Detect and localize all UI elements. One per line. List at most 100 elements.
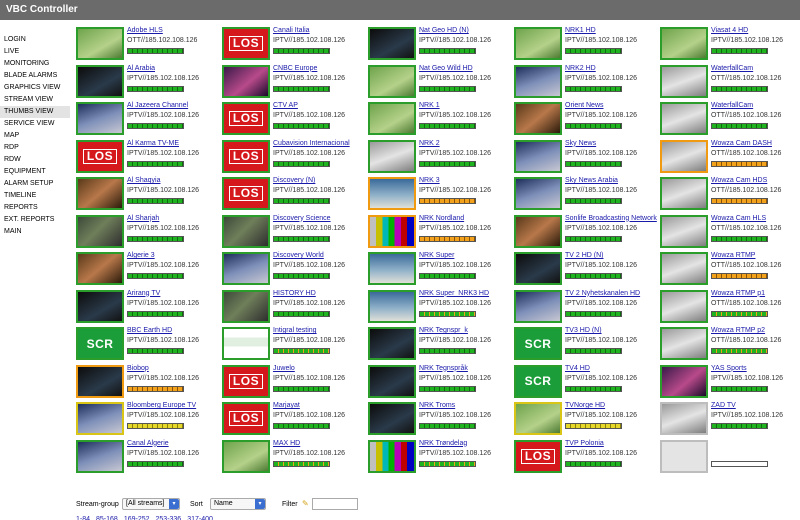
stream-name-link[interactable]: BBC Earth HD bbox=[127, 327, 172, 334]
stream-tile[interactable]: CNBC Europe IPTV//185.102.108.126 bbox=[222, 62, 367, 100]
sidebar-item-thumbs-view[interactable]: THUMBS VIEW bbox=[0, 106, 70, 118]
stream-thumbnail[interactable]: LOS bbox=[222, 139, 270, 173]
stream-tile[interactable]: Discovery World IPTV//185.102.108.126 bbox=[222, 249, 367, 287]
stream-tile[interactable]: NRK 1 IPTV//185.102.108.126 bbox=[368, 99, 513, 137]
stream-name-link[interactable]: Sonlife Broadcasting Network bbox=[565, 215, 657, 222]
stream-name-link[interactable]: Wowza RTMP p1 bbox=[711, 290, 765, 297]
stream-thumbnail[interactable] bbox=[76, 289, 124, 323]
stream-name-link[interactable]: Al Karma TV-ME bbox=[127, 140, 179, 147]
stream-tile[interactable]: SCR BBC Earth HD IPTV//185.102.108.126 bbox=[76, 324, 221, 362]
stream-thumbnail[interactable] bbox=[368, 64, 416, 98]
stream-name-link[interactable]: Wowza RTMP bbox=[711, 252, 755, 259]
sidebar-item-blade-alarms[interactable]: BLADE ALARMS bbox=[0, 70, 70, 82]
stream-name-link[interactable]: HISTORY HD bbox=[273, 290, 316, 297]
stream-tile[interactable]: LOS Juwelo IPTV//185.102.108.126 bbox=[222, 362, 367, 400]
stream-tile[interactable]: Biobop IPTV//185.102.108.126 bbox=[76, 362, 221, 400]
sidebar-item-alarm-setup[interactable]: ALARM SETUP bbox=[0, 178, 70, 190]
stream-tile[interactable]: YAS Sports IPTV//185.102.108.126 bbox=[660, 362, 800, 400]
stream-thumbnail[interactable] bbox=[76, 402, 124, 435]
stream-thumbnail[interactable] bbox=[660, 139, 708, 173]
stream-tile[interactable]: SCR TV3 HD (N) IPTV//185.102.108.126 bbox=[514, 324, 659, 362]
stream-thumbnail[interactable] bbox=[368, 364, 416, 398]
page-link[interactable]: 317-400 bbox=[187, 516, 213, 520]
stream-tile[interactable]: TV 2 HD (N) IPTV//185.102.108.126 bbox=[514, 249, 659, 287]
stream-tile[interactable]: LOS Cubavision Internacional IPTV//185.102… bbox=[222, 137, 367, 175]
stream-thumbnail[interactable] bbox=[368, 177, 416, 210]
stream-tile[interactable]: NRK Super IPTV//185.102.108.126 bbox=[368, 249, 513, 287]
stream-thumbnail[interactable] bbox=[514, 27, 562, 60]
stream-name-link[interactable]: Canal Algerie bbox=[127, 440, 169, 447]
stream-name-link[interactable]: Cubavision Internacional bbox=[273, 140, 350, 147]
stream-tile[interactable]: Sky News Arabia IPTV//185.102.108.126 bbox=[514, 174, 659, 212]
stream-tile[interactable]: Arirang TV IPTV//185.102.108.126 bbox=[76, 287, 221, 325]
stream-tile[interactable]: ZAD TV IPTV//185.102.108.126 bbox=[660, 399, 800, 437]
stream-thumbnail[interactable]: LOS bbox=[76, 139, 124, 173]
stream-thumbnail[interactable]: SCR bbox=[514, 364, 562, 398]
stream-thumbnail[interactable] bbox=[660, 252, 708, 285]
stream-thumbnail[interactable] bbox=[514, 252, 562, 285]
sidebar-item-map[interactable]: MAP bbox=[0, 130, 70, 142]
stream-name-link[interactable]: Al Shaqyia bbox=[127, 177, 160, 184]
stream-tile[interactable]: HISTORY HD IPTV//185.102.108.126 bbox=[222, 287, 367, 325]
stream-tile[interactable]: NRK Trøndelag IPTV//185.102.108.126 bbox=[368, 437, 513, 475]
stream-name-link[interactable]: Biobop bbox=[127, 365, 149, 372]
stream-tile[interactable]: WaterfallCam OTT//185.102.108.126 bbox=[660, 62, 800, 100]
stream-name-link[interactable]: Al Jazeera Channel bbox=[127, 102, 188, 109]
stream-name-link[interactable]: Discovery (N) bbox=[273, 177, 315, 184]
stream-name-link[interactable]: Sky News Arabia bbox=[565, 177, 618, 184]
stream-name-link[interactable]: TV3 HD (N) bbox=[565, 327, 602, 334]
stream-tile[interactable]: TVNorge HD IPTV//185.102.108.126 bbox=[514, 399, 659, 437]
stream-tile[interactable]: LOS Canali Italia IPTV//185.102.108.126 bbox=[222, 24, 367, 62]
stream-thumbnail[interactable]: LOS bbox=[222, 102, 270, 135]
stream-name-link[interactable]: Orient News bbox=[565, 102, 604, 109]
stream-thumbnail[interactable] bbox=[222, 327, 270, 360]
stream-thumbnail[interactable] bbox=[76, 102, 124, 135]
stream-thumbnail[interactable] bbox=[660, 402, 708, 435]
stream-thumbnail[interactable]: SCR bbox=[514, 327, 562, 360]
stream-tile[interactable]: NRK Nordland IPTV//185.102.108.126 bbox=[368, 212, 513, 250]
sidebar-item-graphics-view[interactable]: GRAPHICS VIEW bbox=[0, 82, 70, 94]
sidebar-item-stream-view[interactable]: STREAM VIEW bbox=[0, 94, 70, 106]
stream-name-link[interactable]: MAX HD bbox=[273, 440, 300, 447]
stream-thumbnail[interactable] bbox=[368, 139, 416, 173]
stream-tile[interactable]: Algerie 3 IPTV//185.102.108.126 bbox=[76, 249, 221, 287]
stream-tile[interactable]: Wowza Cam HLS OTT//185.102.108.126 bbox=[660, 212, 800, 250]
stream-name-link[interactable]: Marjayat bbox=[273, 402, 300, 409]
stream-tile[interactable]: Discovery Science IPTV//185.102.108.126 bbox=[222, 212, 367, 250]
stream-thumbnail[interactable] bbox=[368, 439, 416, 473]
stream-thumbnail[interactable] bbox=[368, 102, 416, 135]
stream-tile[interactable]: Al Shaqyia IPTV//185.102.108.126 bbox=[76, 174, 221, 212]
filter-input[interactable] bbox=[312, 498, 358, 510]
stream-thumbnail[interactable] bbox=[514, 214, 562, 248]
stream-name-link[interactable]: Juwelo bbox=[273, 365, 295, 372]
stream-thumbnail[interactable] bbox=[368, 27, 416, 60]
page-link[interactable]: 253-336 bbox=[156, 516, 182, 520]
stream-tile[interactable]: NRK Troms IPTV//185.102.108.126 bbox=[368, 399, 513, 437]
stream-name-link[interactable]: TVP Polonia bbox=[565, 440, 604, 447]
stream-tile[interactable]: Adobe HLS OTT//185.102.108.126 bbox=[76, 24, 221, 62]
stream-tile[interactable]: NRK Super_NRK3 HD IPTV//185.102.108.126 bbox=[368, 287, 513, 325]
stream-thumbnail[interactable] bbox=[76, 439, 124, 473]
stream-thumbnail[interactable] bbox=[514, 402, 562, 435]
stream-thumbnail[interactable] bbox=[76, 252, 124, 285]
stream-thumbnail[interactable] bbox=[660, 327, 708, 360]
stream-thumbnail[interactable]: LOS bbox=[222, 177, 270, 210]
stream-name-link[interactable]: CNBC Europe bbox=[273, 65, 317, 72]
stream-name-link[interactable]: TV 2 HD (N) bbox=[565, 252, 604, 259]
stream-thumbnail[interactable]: LOS bbox=[222, 402, 270, 435]
stream-tile[interactable]: NRK Tegnspr_k IPTV//185.102.108.126 bbox=[368, 324, 513, 362]
sidebar-item-rdp[interactable]: RDP bbox=[0, 142, 70, 154]
stream-name-link[interactable]: TVNorge HD bbox=[565, 402, 605, 409]
stream-name-link[interactable]: NRK Super bbox=[419, 252, 454, 259]
stream-thumbnail[interactable] bbox=[222, 289, 270, 323]
stream-name-link[interactable]: NRK Tegnspr_k bbox=[419, 327, 468, 334]
stream-thumbnail[interactable] bbox=[660, 364, 708, 398]
stream-thumbnail[interactable] bbox=[660, 214, 708, 248]
stream-thumbnail[interactable] bbox=[660, 64, 708, 98]
stream-tile[interactable]: Al Jazeera Channel IPTV//185.102.108.126 bbox=[76, 99, 221, 137]
stream-tile[interactable]: NRK 3 IPTV//185.102.108.126 bbox=[368, 174, 513, 212]
sidebar-item-rdw[interactable]: RDW bbox=[0, 154, 70, 166]
stream-tile[interactable]: SCR TV4 HD IPTV//185.102.108.126 bbox=[514, 362, 659, 400]
stream-name-link[interactable]: NRK 3 bbox=[419, 177, 440, 184]
stream-tile[interactable]: Intigral testing IPTV//185.102.108.126 bbox=[222, 324, 367, 362]
